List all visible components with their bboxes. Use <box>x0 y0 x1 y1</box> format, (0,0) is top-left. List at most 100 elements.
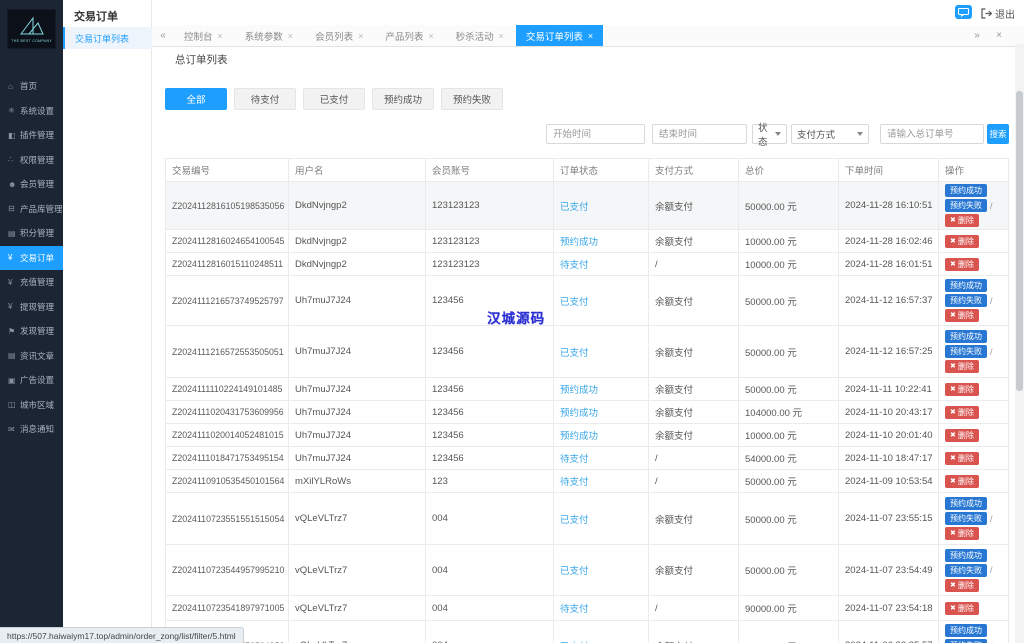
delete-button[interactable]: ✖ 删除 <box>945 451 979 465</box>
tab-close-icon[interactable]: × <box>288 31 293 41</box>
delete-button[interactable]: ✖ 删除 <box>945 234 979 248</box>
order-status-link[interactable]: 已支付 <box>560 297 589 308</box>
reserve-fail-button[interactable]: 预约失败 <box>945 294 987 307</box>
order-status-link[interactable]: 预约成功 <box>560 385 598 396</box>
order-no-input[interactable] <box>880 124 984 144</box>
sidebar-item-8[interactable]: ¥ 充值管理 <box>0 270 63 295</box>
sidebar-item-14[interactable]: ✉ 消息通知 <box>0 417 63 442</box>
delete-button[interactable]: ✖ 删除 <box>945 428 979 442</box>
message-icon[interactable] <box>955 5 972 19</box>
order-status-link[interactable]: 已支付 <box>560 348 589 359</box>
sidebar-item-9[interactable]: ¥ 提现管理 <box>0 295 63 320</box>
order-status-link[interactable]: 已支付 <box>560 515 589 526</box>
reserve-fail-button[interactable]: 预约失败 <box>945 563 987 577</box>
order-status-link[interactable]: 待支付 <box>560 477 589 488</box>
order-status-link[interactable]: 预约成功 <box>560 431 598 442</box>
tab-5[interactable]: 交易订单列表 × <box>515 25 604 46</box>
tab-3[interactable]: 产品列表 × <box>375 25 443 46</box>
sitemap-icon: ∴ <box>8 155 14 165</box>
start-time-input[interactable] <box>546 124 645 144</box>
action-separator: / <box>990 513 993 524</box>
reserve-fail-button[interactable]: 预约失败 <box>945 199 987 212</box>
reserve-success-button[interactable]: 预约成功 <box>945 330 987 343</box>
pay-method-cell: 余额支付 <box>648 423 739 447</box>
tab-close-icon[interactable]: × <box>218 31 223 41</box>
filter-button-0[interactable]: 全部 <box>165 88 227 110</box>
order-status-link[interactable]: 待支付 <box>560 454 589 465</box>
sidebar-item-2[interactable]: ◧ 插件管理 <box>0 123 63 148</box>
tab-1[interactable]: 系统参数 × <box>235 25 303 46</box>
tabs-close-all-icon[interactable]: × <box>988 25 1010 46</box>
order-status-link[interactable]: 待支付 <box>560 604 589 615</box>
tab-close-icon[interactable]: × <box>358 31 363 41</box>
sidebar-item-7[interactable]: ¥ 交易订单 <box>0 245 63 270</box>
reserve-success-button[interactable]: 预约成功 <box>945 624 987 637</box>
order-no-cell: Z2024112816015110248511 <box>165 252 289 276</box>
sidebar-item-11[interactable]: ▤ 资讯文章 <box>0 344 63 369</box>
close-icon: ✖ <box>950 431 956 439</box>
tab-label: 秒杀活动 <box>455 31 494 43</box>
sidebar-item-4[interactable]: ☻ 会员管理 <box>0 172 63 197</box>
order-status-link[interactable]: 待支付 <box>560 260 589 271</box>
scrollbar-track[interactable] <box>1015 44 1024 643</box>
status-select[interactable]: 状态 <box>752 123 787 148</box>
actions-cell: 预约成功预约失败/✖删除 <box>938 620 1009 643</box>
column-header: 订单状态 <box>553 158 649 182</box>
chat-bubble-icon <box>958 7 969 17</box>
order-no-cell: Z2024111216573749525797 <box>165 275 289 326</box>
tabs-scroll-left-icon[interactable]: « <box>152 25 174 46</box>
status-cell: 预约成功 <box>553 400 649 424</box>
scrollbar-thumb[interactable] <box>1016 91 1023 391</box>
pay-method-select[interactable]: 支付方式 <box>791 124 869 144</box>
filter-button-2[interactable]: 已支付 <box>303 88 365 110</box>
delete-button[interactable]: ✖ 删除 <box>945 257 979 271</box>
reserve-fail-button[interactable]: 预约失败 <box>945 512 987 525</box>
sidebar-item-1[interactable]: ✳ 系统设置 <box>0 99 63 124</box>
tab-close-icon[interactable]: × <box>499 31 504 41</box>
tab-0[interactable]: 控制台 × <box>174 25 233 46</box>
order-status-link[interactable]: 已支付 <box>560 202 589 213</box>
delete-button[interactable]: ✖ 删除 <box>945 309 979 322</box>
delete-button[interactable]: ✖ 删除 <box>945 601 979 615</box>
filter-button-3[interactable]: 预约成功 <box>372 88 434 110</box>
logout-icon <box>981 8 992 19</box>
reserve-success-button[interactable]: 预约成功 <box>945 279 987 292</box>
order-status-link[interactable]: 预约成功 <box>560 237 598 248</box>
orders-table: 交易编号 用户名 会员账号 订单状态 支付方式 总价 下单时间 操作 Z20241128161… <box>165 158 1009 643</box>
delete-button[interactable]: ✖ 删除 <box>945 214 979 227</box>
total-cell: 10000.00 元 <box>738 229 839 253</box>
delete-button[interactable]: ✖ 删除 <box>945 382 979 396</box>
username-cell: DkdNvjngp2 <box>288 181 426 230</box>
end-time-input[interactable] <box>652 124 747 144</box>
reserve-success-button[interactable]: 预约成功 <box>945 548 987 562</box>
reserve-fail-button[interactable]: 预约失败 <box>945 639 987 643</box>
delete-button[interactable]: ✖ 删除 <box>945 527 979 540</box>
delete-button[interactable]: ✖ 删除 <box>945 360 979 373</box>
logout-button[interactable]: 退出 <box>981 6 1015 21</box>
sidebar-item-13[interactable]: ◫ 城市区域 <box>0 393 63 418</box>
primary-sidebar: THE BEST COMPANY ⌂ 首页 ✳ 系统设置 ◧ 插件管理 ∴ 权限管理 ☻ 会员管理… <box>0 0 63 643</box>
sidebar-item-12[interactable]: ▣ 广告设置 <box>0 368 63 393</box>
sidebar-item-3[interactable]: ∴ 权限管理 <box>0 148 63 173</box>
delete-button[interactable]: ✖ 删除 <box>945 578 979 592</box>
reserve-fail-button[interactable]: 预约失败 <box>945 345 987 358</box>
sidebar-item-order-list[interactable]: 交易订单列表 <box>63 27 152 49</box>
filter-button-4[interactable]: 预约失败 <box>441 88 503 110</box>
delete-button[interactable]: ✖ 删除 <box>945 405 979 419</box>
sidebar-item-5[interactable]: ⊟ 产品库管理 <box>0 197 63 222</box>
order-status-link[interactable]: 预约成功 <box>560 408 598 419</box>
sidebar-item-10[interactable]: ⚑ 发现管理 <box>0 319 63 344</box>
reserve-success-button[interactable]: 预约成功 <box>945 184 987 197</box>
search-button[interactable]: 搜索 <box>987 124 1009 144</box>
tab-2[interactable]: 会员列表 × <box>305 25 373 46</box>
reserve-success-button[interactable]: 预约成功 <box>945 497 987 510</box>
tab-4[interactable]: 秒杀活动 × <box>446 25 514 46</box>
sidebar-item-6[interactable]: ▤ 积分管理 <box>0 221 63 246</box>
delete-button[interactable]: ✖ 删除 <box>945 474 979 488</box>
order-status-link[interactable]: 已支付 <box>560 566 589 577</box>
filter-button-1[interactable]: 待支付 <box>234 88 296 110</box>
tabs-scroll-right-icon[interactable]: » <box>966 25 988 46</box>
tab-close-icon[interactable]: × <box>428 31 433 41</box>
sidebar-item-0[interactable]: ⌂ 首页 <box>0 74 63 99</box>
tab-close-icon[interactable]: × <box>588 31 593 41</box>
